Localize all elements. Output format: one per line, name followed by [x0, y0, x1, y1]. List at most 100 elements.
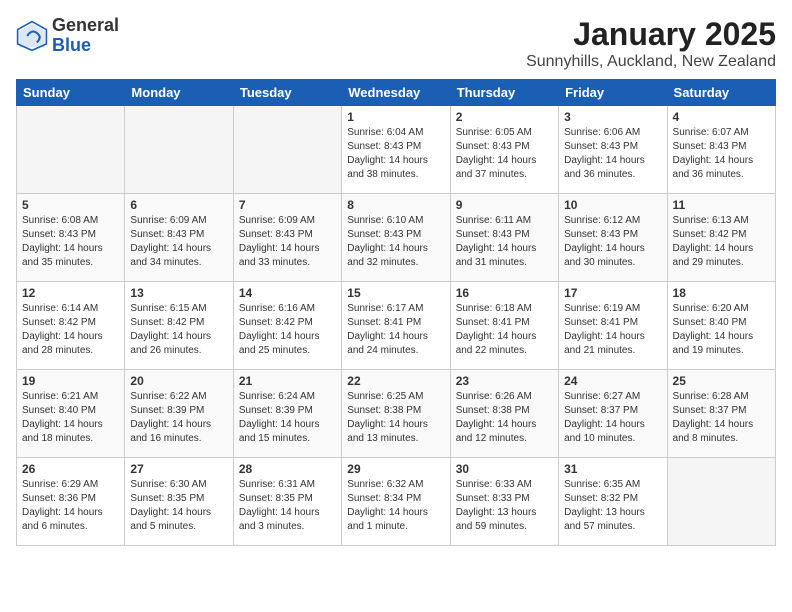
weekday-header-tuesday: Tuesday	[233, 80, 341, 106]
logo-general: General	[52, 16, 119, 36]
weekday-header-saturday: Saturday	[667, 80, 775, 106]
day-number: 24	[564, 374, 661, 388]
calendar-cell: 25 Sunrise: 6:28 AMSunset: 8:37 PMDayligh…	[667, 370, 775, 458]
day-number: 6	[130, 198, 227, 212]
day-info: Sunrise: 6:14 AMSunset: 8:42 PMDaylight:…	[22, 302, 119, 358]
calendar-week-row: 12 Sunrise: 6:14 AMSunset: 8:42 PMDayligh…	[17, 282, 776, 370]
calendar-cell: 2 Sunrise: 6:05 AMSunset: 8:43 PMDaylight…	[450, 106, 558, 194]
day-number: 1	[347, 110, 444, 124]
day-info: Sunrise: 6:10 AMSunset: 8:43 PMDaylight:…	[347, 214, 444, 270]
calendar-cell: 8Sunrise: 6:10 AMSunset: 8:43 PMDaylight…	[342, 194, 450, 282]
calendar-cell: 11 Sunrise: 6:13 AMSunset: 8:42 PMDayligh…	[667, 194, 775, 282]
day-info: Sunrise: 6:09 AMSunset: 8:43 PMDaylight:…	[239, 214, 336, 270]
day-number: 31	[564, 462, 661, 476]
day-number: 19	[22, 374, 119, 388]
calendar-week-row: 5 Sunrise: 6:08 AMSunset: 8:43 PMDaylight…	[17, 194, 776, 282]
day-info: Sunrise: 6:04 AMSunset: 8:43 PMDaylight:…	[347, 126, 444, 182]
calendar-cell	[233, 106, 341, 194]
calendar-cell: 12 Sunrise: 6:14 AMSunset: 8:42 PMDayligh…	[17, 282, 125, 370]
calendar-cell: 24 Sunrise: 6:27 AMSunset: 8:37 PMDayligh…	[559, 370, 667, 458]
calendar-week-row: 26 Sunrise: 6:29 AMSunset: 8:36 PMDayligh…	[17, 458, 776, 546]
calendar-cell: 26 Sunrise: 6:29 AMSunset: 8:36 PMDayligh…	[17, 458, 125, 546]
day-number: 4	[673, 110, 770, 124]
calendar-cell: 7 Sunrise: 6:09 AMSunset: 8:43 PMDaylight…	[233, 194, 341, 282]
day-number: 28	[239, 462, 336, 476]
day-info: Sunrise: 6:29 AMSunset: 8:36 PMDaylight:…	[22, 478, 119, 534]
day-info: Sunrise: 6:35 AMSunset: 8:32 PMDaylight:…	[564, 478, 661, 534]
weekday-header-sunday: Sunday	[17, 80, 125, 106]
day-info: Sunrise: 6:19 AMSunset: 8:41 PMDaylight:…	[564, 302, 661, 358]
day-number: 14	[239, 286, 336, 300]
day-info: Sunrise: 6:22 AMSunset: 8:39 PMDaylight:…	[130, 390, 227, 446]
calendar-cell	[17, 106, 125, 194]
title-block: January 2025 Sunnyhills, Auckland, New Z…	[526, 16, 776, 71]
day-number: 17	[564, 286, 661, 300]
day-number: 13	[130, 286, 227, 300]
day-number: 18	[673, 286, 770, 300]
day-info: Sunrise: 6:11 AMSunset: 8:43 PMDaylight:…	[456, 214, 553, 270]
day-number: 25	[673, 374, 770, 388]
day-info: Sunrise: 6:06 AMSunset: 8:43 PMDaylight:…	[564, 126, 661, 182]
calendar-cell: 28 Sunrise: 6:31 AMSunset: 8:35 PMDayligh…	[233, 458, 341, 546]
calendar-cell: 14Sunrise: 6:16 AMSunset: 8:42 PMDayligh…	[233, 282, 341, 370]
calendar-week-row: 1 Sunrise: 6:04 AMSunset: 8:43 PMDaylight…	[17, 106, 776, 194]
day-info: Sunrise: 6:18 AMSunset: 8:41 PMDaylight:…	[456, 302, 553, 358]
logo-icon	[16, 20, 48, 52]
day-number: 7	[239, 198, 336, 212]
calendar-cell: 10Sunrise: 6:12 AMSunset: 8:43 PMDayligh…	[559, 194, 667, 282]
calendar-cell: 17 Sunrise: 6:19 AMSunset: 8:41 PMDayligh…	[559, 282, 667, 370]
weekday-header-monday: Monday	[125, 80, 233, 106]
calendar-cell: 5 Sunrise: 6:08 AMSunset: 8:43 PMDaylight…	[17, 194, 125, 282]
calendar-cell: 30 Sunrise: 6:33 AMSunset: 8:33 PMDayligh…	[450, 458, 558, 546]
day-number: 3	[564, 110, 661, 124]
weekday-header-wednesday: Wednesday	[342, 80, 450, 106]
day-number: 5	[22, 198, 119, 212]
day-number: 11	[673, 198, 770, 212]
day-info: Sunrise: 6:09 AMSunset: 8:43 PMDaylight:…	[130, 214, 227, 270]
calendar-title: January 2025	[526, 16, 776, 53]
calendar-cell: 1 Sunrise: 6:04 AMSunset: 8:43 PMDaylight…	[342, 106, 450, 194]
calendar-table: SundayMondayTuesdayWednesdayThursdayFrid…	[16, 79, 776, 546]
calendar-cell	[125, 106, 233, 194]
day-info: Sunrise: 6:21 AMSunset: 8:40 PMDaylight:…	[22, 390, 119, 446]
day-number: 10	[564, 198, 661, 212]
day-number: 16	[456, 286, 553, 300]
day-info: Sunrise: 6:32 AMSunset: 8:34 PMDaylight:…	[347, 478, 444, 534]
calendar-cell: 9 Sunrise: 6:11 AMSunset: 8:43 PMDaylight…	[450, 194, 558, 282]
day-number: 9	[456, 198, 553, 212]
day-info: Sunrise: 6:28 AMSunset: 8:37 PMDaylight:…	[673, 390, 770, 446]
calendar-cell	[667, 458, 775, 546]
weekday-header-friday: Friday	[559, 80, 667, 106]
calendar-cell: 22Sunrise: 6:25 AMSunset: 8:38 PMDayligh…	[342, 370, 450, 458]
day-info: Sunrise: 6:33 AMSunset: 8:33 PMDaylight:…	[456, 478, 553, 534]
day-number: 15	[347, 286, 444, 300]
calendar-cell: 19 Sunrise: 6:21 AMSunset: 8:40 PMDayligh…	[17, 370, 125, 458]
logo-text: General Blue	[52, 16, 119, 56]
day-info: Sunrise: 6:30 AMSunset: 8:35 PMDaylight:…	[130, 478, 227, 534]
logo-blue: Blue	[52, 36, 119, 56]
day-info: Sunrise: 6:15 AMSunset: 8:42 PMDaylight:…	[130, 302, 227, 358]
day-number: 30	[456, 462, 553, 476]
day-number: 2	[456, 110, 553, 124]
day-info: Sunrise: 6:05 AMSunset: 8:43 PMDaylight:…	[456, 126, 553, 182]
day-info: Sunrise: 6:13 AMSunset: 8:42 PMDaylight:…	[673, 214, 770, 270]
day-number: 12	[22, 286, 119, 300]
day-info: Sunrise: 6:20 AMSunset: 8:40 PMDaylight:…	[673, 302, 770, 358]
weekday-header-thursday: Thursday	[450, 80, 558, 106]
day-number: 26	[22, 462, 119, 476]
calendar-cell: 23Sunrise: 6:26 AMSunset: 8:38 PMDayligh…	[450, 370, 558, 458]
calendar-cell: 18 Sunrise: 6:20 AMSunset: 8:40 PMDayligh…	[667, 282, 775, 370]
day-info: Sunrise: 6:08 AMSunset: 8:43 PMDaylight:…	[22, 214, 119, 270]
calendar-cell: 4 Sunrise: 6:07 AMSunset: 8:43 PMDaylight…	[667, 106, 775, 194]
calendar-cell: 29 Sunrise: 6:32 AMSunset: 8:34 PMDayligh…	[342, 458, 450, 546]
day-info: Sunrise: 6:07 AMSunset: 8:43 PMDaylight:…	[673, 126, 770, 182]
day-number: 22	[347, 374, 444, 388]
day-info: Sunrise: 6:31 AMSunset: 8:35 PMDaylight:…	[239, 478, 336, 534]
weekday-header-row: SundayMondayTuesdayWednesdayThursdayFrid…	[17, 80, 776, 106]
day-number: 23	[456, 374, 553, 388]
day-number: 29	[347, 462, 444, 476]
calendar-cell: 20Sunrise: 6:22 AMSunset: 8:39 PMDayligh…	[125, 370, 233, 458]
day-number: 21	[239, 374, 336, 388]
day-info: Sunrise: 6:24 AMSunset: 8:39 PMDaylight:…	[239, 390, 336, 446]
day-info: Sunrise: 6:27 AMSunset: 8:37 PMDaylight:…	[564, 390, 661, 446]
